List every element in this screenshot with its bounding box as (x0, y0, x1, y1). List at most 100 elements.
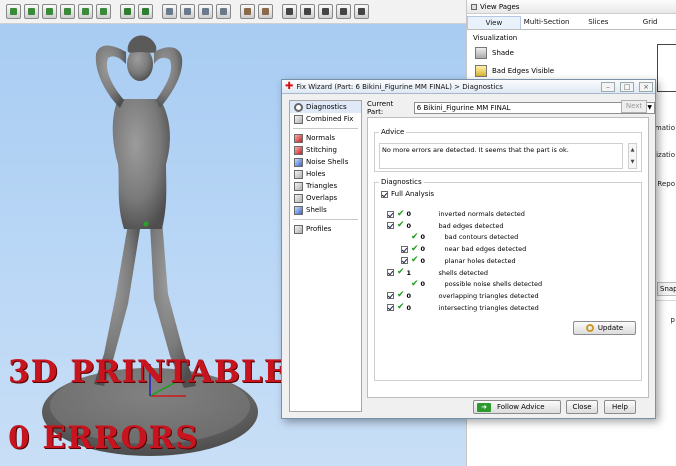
rotate-icon[interactable] (24, 4, 39, 19)
tab-view[interactable]: View (467, 16, 521, 29)
diagnostic-label: overlapping triangles detected (438, 291, 539, 300)
advice-scrollbar[interactable]: ▲ ▼ (628, 143, 637, 169)
help-button[interactable]: Help (604, 400, 636, 414)
cut-icon[interactable] (96, 4, 111, 19)
overlaps-icon (294, 193, 303, 203)
view-side-icon[interactable] (198, 4, 213, 19)
view-iso-icon[interactable] (216, 4, 231, 19)
diagnostic-label: shells detected (438, 268, 489, 277)
check-ok-icon: ✔ (411, 278, 419, 289)
diagnostic-row: ✔ 0 possible noise shells detected (401, 279, 542, 289)
combined-fix-icon (294, 114, 303, 124)
shells-icon (294, 205, 303, 215)
arrow-right-icon[interactable] (336, 4, 351, 19)
current-part-value: 6 Bikini_Figurine MM FINAL (416, 104, 511, 112)
minimize-button[interactable]: – (601, 81, 615, 92)
view-pages-header[interactable]: View Pages (467, 0, 676, 14)
follow-advice-button[interactable]: ➜ Follow Advice (473, 400, 561, 414)
advice-title: Advice (379, 128, 407, 136)
tab-slices[interactable]: Slices (573, 16, 625, 29)
arrow-down-icon[interactable] (354, 4, 369, 19)
noise-shells-icon (294, 157, 303, 167)
diagnostic-label: possible noise shells detected (444, 280, 543, 289)
current-part-select[interactable]: 6 Bikini_Figurine MM FINAL ▼ (413, 102, 655, 114)
nav-item-stitching[interactable]: Stitching (290, 144, 361, 156)
next-button[interactable]: Next (621, 100, 647, 113)
check-ok-icon: ✔ (397, 267, 405, 277)
nav-item-profiles[interactable]: Profiles (290, 223, 361, 235)
close-window-button[interactable]: × (639, 81, 653, 92)
nav-item-diagnostics[interactable]: Diagnostics (290, 101, 361, 113)
check-toggle[interactable] (387, 222, 394, 230)
wizard-nav: Diagnostics Combined Fix Normals Stitching N… (289, 100, 362, 412)
diagnostics-title: Diagnostics (379, 178, 424, 186)
diagnostic-count: 0 (420, 280, 426, 289)
dialog-title: Fix Wizard (Part: 6 Bikini_Figurine MM F… (296, 82, 503, 91)
diagnostic-label: planar holes detected (444, 256, 516, 265)
arrow-left-icon[interactable] (318, 4, 333, 19)
nav-item-label: Diagnostics (306, 103, 347, 111)
nav-item-overlaps[interactable]: Overlaps (290, 192, 361, 204)
diagnostic-count: 0 (420, 256, 426, 265)
tab-multi-section[interactable]: Multi-Section (521, 16, 573, 29)
collapse-icon[interactable] (471, 3, 477, 10)
arrow-icon[interactable] (282, 4, 297, 19)
select-icon[interactable] (6, 4, 21, 19)
diagnostic-row: ✔ 0 overlapping triangles detected (387, 291, 539, 301)
follow-advice-label: Follow Advice (497, 403, 545, 411)
dialog-titlebar[interactable]: ✚ Fix Wizard (Part: 6 Bikini_Figurine MM… (282, 80, 655, 94)
current-part-row: Current Part: 6 Bikini_Figurine MM FINAL… (367, 100, 655, 116)
tab-grid[interactable]: Grid (624, 16, 676, 29)
check-toggle[interactable] (387, 269, 394, 276)
view-pages-tabs: View Multi-Section Slices Grid (467, 16, 676, 30)
diagnostic-label: near bad edges detected (444, 245, 527, 254)
full-analysis-checkbox[interactable] (381, 190, 388, 198)
check-toggle[interactable] (401, 245, 408, 253)
check-toggle[interactable] (387, 210, 394, 218)
check-ok-icon: ✔ (411, 243, 419, 254)
diagnostic-label: intersecting triangles detected (438, 303, 539, 312)
measure-icon[interactable] (78, 4, 93, 19)
diagnostic-count: 0 (406, 221, 412, 230)
snap-button[interactable]: Snap (657, 282, 676, 296)
profiles-icon (294, 224, 303, 234)
view-shade-icon[interactable] (258, 4, 273, 19)
shell-icon[interactable] (138, 4, 153, 19)
diagnostic-count: 0 (406, 303, 412, 312)
shade-icon (475, 47, 487, 59)
holes-icon (294, 169, 303, 179)
update-button[interactable]: Update (573, 321, 636, 335)
nav-item-combined-fix[interactable]: Combined Fix (290, 113, 361, 125)
check-toggle[interactable] (387, 304, 394, 312)
main-toolbar (0, 0, 466, 24)
nav-item-holes[interactable]: Holes (290, 168, 361, 180)
full-analysis-option[interactable]: Full Analysis (381, 190, 434, 198)
close-button[interactable]: Close (566, 400, 598, 414)
maximize-button[interactable]: □ (620, 81, 634, 92)
diagnostic-row: ✔ 0 planar holes detected (401, 256, 516, 266)
scale-icon[interactable] (60, 4, 75, 19)
translate-icon[interactable] (42, 4, 57, 19)
nav-item-noise-shells[interactable]: Noise Shells (290, 156, 361, 168)
check-ok-icon: ✔ (411, 255, 419, 266)
nav-item-normals[interactable]: Normals (290, 132, 361, 144)
check-toggle[interactable] (387, 292, 394, 300)
full-analysis-label: Full Analysis (391, 190, 435, 198)
advice-text: No more errors are detected. It seems th… (379, 143, 623, 169)
nav-divider (293, 128, 358, 129)
arrow-up-icon[interactable] (300, 4, 315, 19)
diagnostic-row: ✔ 0 intersecting triangles detected (387, 303, 539, 313)
magnifier-icon (585, 324, 594, 332)
view-top-icon[interactable] (162, 4, 177, 19)
nav-item-label: Combined Fix (306, 115, 354, 123)
check-toggle[interactable] (401, 257, 408, 265)
bad-edges-option[interactable]: Bad Edges Visible (467, 62, 676, 80)
diagnostic-label: inverted normals detected (438, 210, 525, 218)
shade-option[interactable]: Shade (467, 44, 676, 62)
nav-item-triangles[interactable]: Triangles (290, 180, 361, 192)
repair-icon[interactable] (120, 4, 135, 19)
view-front-icon[interactable] (180, 4, 195, 19)
view-wire-icon[interactable] (240, 4, 255, 19)
promo-subheadline: 0 ERRORS (8, 420, 199, 456)
nav-item-shells[interactable]: Shells (290, 204, 361, 216)
